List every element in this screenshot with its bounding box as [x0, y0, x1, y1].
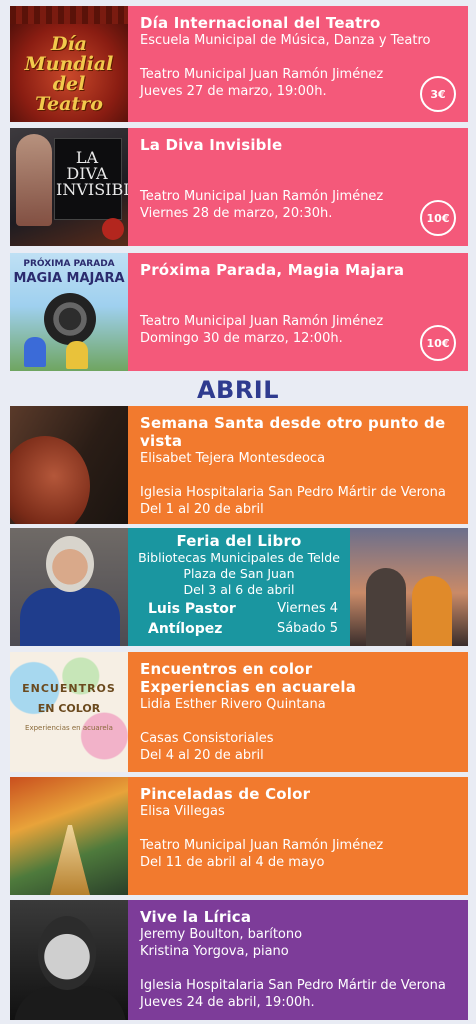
- month-header: ABRIL: [196, 376, 280, 404]
- portrait-decoration: [14, 986, 126, 1020]
- portrait-decoration: [46, 536, 94, 592]
- event-date: Del 11 de abril al 4 de mayo: [140, 855, 325, 870]
- event-venue: Teatro Municipal Juan Ramón Jiménez: [140, 838, 384, 853]
- image-logo-text: LA DIVA INVISIBLE: [56, 148, 128, 199]
- curtain-decoration: [10, 6, 128, 24]
- event-venue: Casas Consistoriales: [140, 731, 274, 746]
- event-image-luis-pastor: [10, 528, 128, 646]
- event-venue: Teatro Municipal Juan Ramón Jiménez: [140, 189, 384, 204]
- event-title: Vive la Lírica: [140, 908, 252, 926]
- image-subtitle-text: Experiencias en acuarela: [25, 724, 113, 732]
- event-image: Día Mundial del Teatro: [10, 6, 128, 122]
- event-card-semana-santa[interactable]: Semana Santa desde otro punto de vista E…: [10, 406, 468, 524]
- event-date: Viernes 28 de marzo, 20:30h.: [140, 206, 333, 221]
- event-image-antilopez: [350, 528, 468, 646]
- guest-day: Viernes 4: [277, 601, 338, 616]
- portrait-decoration: [412, 576, 452, 646]
- portrait-decoration: [366, 568, 406, 646]
- event-image: LA DIVA INVISIBLE: [10, 128, 128, 246]
- event-card-diva-invisible[interactable]: LA DIVA INVISIBLE La Diva Invisible Teat…: [10, 128, 468, 246]
- guest-name: Antílopez: [148, 621, 223, 637]
- event-image: ENCUENTROS EN COLOR Experiencias en acua…: [10, 652, 128, 772]
- portrait-decoration: [38, 916, 96, 990]
- price-badge: 3€: [420, 76, 456, 112]
- event-title: Semana Santa desde otro punto de: [140, 414, 446, 432]
- event-title: Día Internacional del Teatro: [140, 14, 381, 32]
- event-image: [10, 777, 128, 895]
- guest-day: Sábado 5: [276, 621, 338, 636]
- character-illustration: [24, 337, 46, 367]
- event-card-encuentros-color[interactable]: ENCUENTROS EN COLOR Experiencias en acua…: [10, 652, 468, 772]
- event-image: [10, 406, 128, 524]
- image-logo-text: Día Mundial del Teatro: [24, 33, 114, 115]
- image-top-text: PRÓXIMA PARADA: [23, 259, 115, 269]
- event-artist: Elisa Villegas: [140, 804, 225, 819]
- painting-decoration: [50, 825, 90, 895]
- event-card-magia-majara[interactable]: PRÓXIMA PARADA MAGIA MAJARA Próxima Para…: [10, 253, 468, 371]
- character-illustration: [66, 341, 88, 369]
- event-card-feria-libro[interactable]: Feria del Libro Bibliotecas Municipales …: [10, 528, 468, 646]
- event-artist: Elisabet Tejera Montesdeoca: [140, 451, 326, 466]
- event-card-vive-lirica[interactable]: Vive la Lírica Jeremy Boulton, barítono …: [10, 900, 468, 1020]
- train-illustration: [44, 293, 96, 345]
- event-venue: Iglesia Hospitalaria San Pedro Mártir de…: [140, 485, 446, 500]
- event-title: La Diva Invisible: [140, 136, 283, 154]
- event-title: Pinceladas de Color: [140, 785, 311, 803]
- event-title: Encuentros en color: [140, 660, 313, 678]
- price-badge: 10€: [420, 325, 456, 361]
- event-image: [10, 900, 128, 1020]
- event-title: Próxima Parada, Magia Majara: [140, 261, 405, 279]
- events-agenda: Día Mundial del Teatro Día Internacional…: [0, 0, 476, 1024]
- event-title-continued: Experiencias en acuarela: [140, 678, 357, 696]
- event-date: Domingo 30 de marzo, 12:00h.: [140, 331, 343, 346]
- portrait-decoration: [10, 436, 90, 524]
- event-performer: Jeremy Boulton, barítono: [140, 927, 303, 942]
- image-title-text: ENCUENTROS: [22, 682, 116, 695]
- event-image: PRÓXIMA PARADA MAGIA MAJARA: [10, 253, 128, 371]
- portrait-decoration: [20, 588, 120, 646]
- event-title-continued: vista: [140, 432, 183, 450]
- event-date: Del 3 al 6 de abril: [183, 582, 295, 597]
- event-artist: Lidia Esther Rivero Quintana: [140, 697, 326, 712]
- performer-figure: [16, 134, 52, 226]
- event-date: Del 1 al 20 de abril: [140, 502, 264, 517]
- image-logo-text: MAGIA MAJARA: [13, 271, 125, 286]
- event-organizer: Escuela Municipal de Música, Danza y Tea…: [140, 33, 431, 48]
- event-performer: Kristina Yorgova, piano: [140, 944, 289, 959]
- guest-name: Luis Pastor: [148, 601, 236, 617]
- event-date: Jueves 24 de abril, 19:00h.: [140, 995, 315, 1010]
- event-venue: Iglesia Hospitalaria San Pedro Mártir de…: [140, 978, 446, 993]
- rose-decoration: [102, 218, 124, 240]
- price-badge: 10€: [420, 200, 456, 236]
- event-card-pinceladas-color[interactable]: Pinceladas de Color Elisa Villegas Teatr…: [10, 777, 468, 895]
- event-venue: Teatro Municipal Juan Ramón Jiménez: [140, 67, 384, 82]
- event-venue: Teatro Municipal Juan Ramón Jiménez: [140, 314, 384, 329]
- event-organizer: Bibliotecas Municipales de Telde: [138, 550, 340, 565]
- image-title-text: EN COLOR: [37, 702, 101, 715]
- event-venue: Plaza de San Juan: [183, 566, 295, 581]
- event-date: Jueves 27 de marzo, 19:00h.: [140, 84, 327, 99]
- event-card-dia-teatro[interactable]: Día Mundial del Teatro Día Internacional…: [10, 6, 468, 122]
- event-title: Feria del Libro: [176, 532, 302, 550]
- event-date: Del 4 al 20 de abril: [140, 748, 264, 763]
